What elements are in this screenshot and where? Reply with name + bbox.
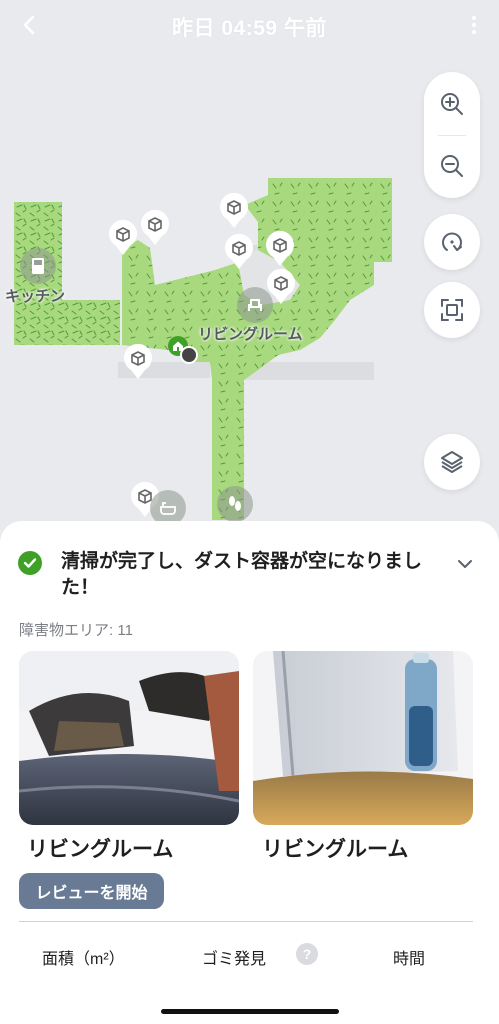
zoom-controls bbox=[424, 72, 480, 198]
obstacle-pin-icon[interactable] bbox=[266, 269, 296, 305]
rotate-map-button[interactable] bbox=[424, 214, 480, 270]
stat-area-label: 面積（m²） bbox=[42, 951, 125, 968]
top-bar: 昨日 04:59 午前 bbox=[0, 0, 499, 52]
obstacle-pin-icon[interactable] bbox=[265, 231, 295, 267]
room-label-kitchen: キッチン bbox=[5, 288, 66, 305]
more-dot-icon bbox=[472, 30, 476, 34]
kitchen-room-icon[interactable] bbox=[20, 248, 56, 284]
divider bbox=[19, 921, 473, 922]
fit-map-button[interactable] bbox=[424, 282, 480, 338]
check-circle-icon bbox=[18, 551, 42, 575]
cleaning-map[interactable]: キッチン リビングルーム 昨日 04:59 午前 bbox=[0, 0, 499, 540]
fit-screen-icon bbox=[441, 299, 463, 321]
map-layers-button[interactable] bbox=[424, 434, 480, 490]
stat-debris-label: ゴミ発見 bbox=[202, 951, 267, 968]
room-label-living: リビングルーム bbox=[198, 326, 303, 343]
more-options-button[interactable] bbox=[463, 10, 485, 40]
stat-time-label: 時間 bbox=[393, 951, 426, 968]
rotate-icon bbox=[442, 232, 462, 251]
home-indicator[interactable] bbox=[161, 1009, 339, 1014]
more-dot-icon bbox=[472, 23, 476, 27]
obstacle-photo[interactable] bbox=[19, 651, 239, 825]
obstacle-pin-icon[interactable] bbox=[219, 193, 249, 229]
entrance-room-icon[interactable] bbox=[217, 486, 253, 522]
zoom-out-icon bbox=[441, 155, 463, 177]
chevron-down-icon[interactable] bbox=[454, 553, 476, 575]
obstacle-photo[interactable] bbox=[253, 651, 473, 825]
help-icon[interactable]: ? bbox=[296, 943, 318, 965]
obstacle-pin-icon[interactable] bbox=[140, 210, 170, 246]
obstacle-pin-icon[interactable] bbox=[108, 220, 138, 256]
obstacle-area-count: 障害物エリア: 11 bbox=[19, 622, 133, 639]
photo-room-label: リビングルーム bbox=[262, 838, 409, 861]
layers-icon bbox=[441, 451, 463, 473]
zoom-in-icon bbox=[441, 93, 463, 115]
obstacle-pin-icon[interactable] bbox=[224, 234, 254, 270]
page-title: 昨日 04:59 午前 bbox=[172, 17, 327, 40]
obstacle-pin-icon[interactable] bbox=[123, 344, 153, 380]
more-dot-icon bbox=[472, 16, 476, 20]
cleaning-summary-sheet: 清掃が完了し、ダスト容器が空になりました！ 障害物エリア: 11 リビングルーム bbox=[0, 521, 499, 1024]
start-review-button[interactable]: レビューを開始 bbox=[19, 873, 164, 909]
photo-room-label: リビングルーム bbox=[27, 838, 174, 861]
zoom-out-button[interactable] bbox=[424, 136, 480, 196]
status-message: 清掃が完了し、ダスト容器が空になりました！ bbox=[61, 551, 423, 598]
robot-icon bbox=[180, 346, 198, 364]
zoom-in-button[interactable] bbox=[424, 74, 480, 134]
